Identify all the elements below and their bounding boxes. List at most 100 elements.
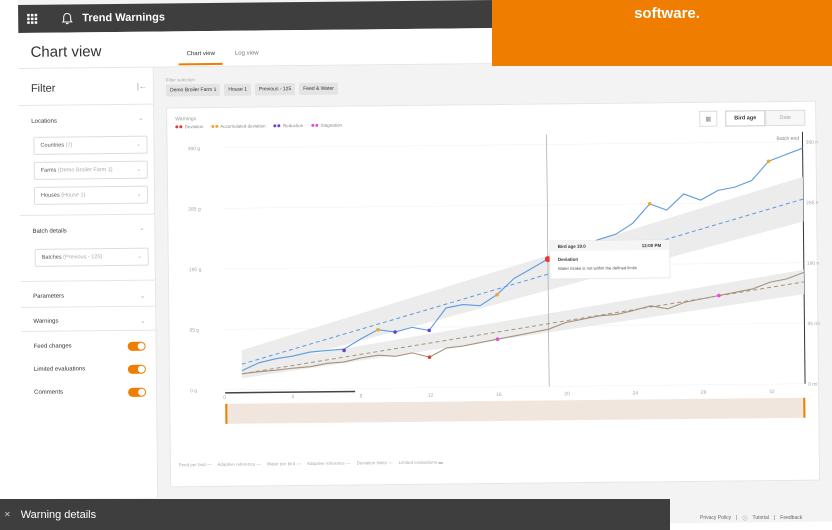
- page-title: Chart view: [30, 43, 102, 61]
- countries-select[interactable]: Countries (7) ⌄: [33, 135, 148, 155]
- section-parameters[interactable]: Parameters: [33, 294, 64, 300]
- range-handle-left: [225, 403, 228, 424]
- chevron-up-icon[interactable]: ⌃: [138, 118, 143, 125]
- water-deviation-band: [241, 176, 804, 373]
- filter-sidebar: Filter |← Locations ⌃ Countries (7) ⌄ Fa…: [18, 67, 159, 499]
- x-tick-label: 0: [223, 395, 226, 401]
- x-tick-label: 4: [291, 394, 294, 400]
- chart-panel: Warnings Deviation Accumulated deviation…: [166, 100, 821, 488]
- range-handle-right: [803, 397, 806, 418]
- y-tick-label: 95 g: [189, 328, 199, 334]
- warning-details-title: Warning details: [20, 508, 97, 521]
- feed-changes-toggle[interactable]: [127, 341, 146, 351]
- tooltip-title: Deviation: [558, 257, 579, 262]
- y-tick-label: 380 g: [188, 146, 201, 152]
- legend-stagnation[interactable]: Stagnation: [311, 123, 342, 128]
- filter-chips: Demo Broiler Farm 1 House 1 Previous - 1…: [165, 82, 342, 97]
- view-tabs: Chart view Log view: [178, 44, 270, 66]
- x-axis-mode: ▦ Bird age Date: [699, 109, 806, 127]
- bell-icon: [61, 12, 73, 25]
- toggle-label-comments: Comments: [34, 389, 64, 396]
- legend-adaptive-reference-feed[interactable]: Adaptive reference ---: [217, 461, 261, 466]
- batches-select[interactable]: Batches (Previous - 125) ⌄: [34, 247, 149, 267]
- y-right-tick-label: 190 ml: [807, 261, 821, 267]
- tab-chart-view[interactable]: Chart view: [178, 44, 224, 66]
- chevron-down-icon: ⌄: [136, 191, 142, 198]
- calendar-icon[interactable]: ▦: [699, 110, 718, 127]
- farms-select[interactable]: Farms (Demo Broiler Farm 1) ⌄: [33, 160, 148, 180]
- app-grid-icon[interactable]: [18, 5, 46, 33]
- app-window: Trend Warnings Chart view Chart view Log…: [18, 0, 832, 530]
- privacy-link[interactable]: Privacy Policy: [700, 515, 731, 522]
- section-batch-details[interactable]: Batch details: [32, 229, 66, 235]
- main-content: Filter selection Demo Broiler Farm 1 Hou…: [153, 60, 832, 498]
- comments-toggle[interactable]: [128, 387, 147, 397]
- filter-chip[interactable]: Demo Broiler Farm 1: [165, 83, 221, 97]
- tooltip-text: Water intake is not within the defined l…: [558, 265, 637, 271]
- countries-value: (7): [65, 142, 73, 149]
- farms-value: (Demo Broiler Farm 1): [57, 167, 113, 174]
- legend-water-per-bird[interactable]: Water per bird —: [267, 461, 301, 466]
- batches-label: Batches: [41, 254, 62, 261]
- help-icon[interactable]: ⓘ: [742, 515, 747, 522]
- app-title: Trend Warnings: [82, 11, 165, 25]
- batches-value: (Previous - 125): [63, 254, 103, 261]
- chevron-down-icon[interactable]: ⌄: [140, 318, 145, 325]
- tooltip-header-right: 12:00 PM: [642, 243, 662, 248]
- close-icon[interactable]: ✕: [4, 510, 11, 519]
- y-tick-label: 0 g: [190, 388, 197, 394]
- divider: [21, 305, 157, 308]
- promo-banner: software.: [492, 0, 832, 66]
- range-navigator: [225, 397, 806, 424]
- legend-deviation-limits[interactable]: Deviation limits ---: [357, 460, 393, 465]
- batch-end-line: [801, 131, 806, 384]
- x-tick-label: 28: [701, 390, 707, 396]
- chevron-down-icon: ⌄: [136, 166, 141, 173]
- y-tick-label: 285 g: [188, 207, 201, 213]
- warning-details-bar[interactable]: ✕ Warning details: [0, 499, 670, 530]
- houses-select[interactable]: Houses (House 1) ⌄: [33, 185, 149, 205]
- houses-value: (House 1): [61, 192, 86, 199]
- y-tick-label: 190 g: [189, 267, 202, 273]
- section-warnings[interactable]: Warnings: [33, 319, 58, 325]
- y-right-tick-label: 95 ml: [807, 321, 819, 327]
- filter-chip[interactable]: Feed & Water: [299, 82, 338, 96]
- chevron-down-icon: ⌄: [137, 253, 142, 260]
- divider: [19, 103, 155, 106]
- legend-feed-per-bird[interactable]: Feed per bird —: [179, 462, 212, 467]
- filter-chip[interactable]: House 1: [224, 83, 252, 96]
- legend-deviation[interactable]: Deviation: [175, 124, 203, 129]
- x-tick-label: 12: [428, 393, 434, 399]
- filter-title: Filter: [30, 82, 56, 95]
- divider: [20, 279, 156, 282]
- warnings-title: Warnings: [175, 116, 197, 123]
- legend-reduction[interactable]: Reduction: [273, 123, 303, 128]
- x-tick-label: 20: [564, 391, 570, 397]
- toggle-label-limited-evaluations: Limited evaluations: [33, 366, 86, 373]
- legend-adaptive-reference-water[interactable]: Adaptive reference ---: [307, 461, 351, 466]
- y-right-tick-label: 285 ml: [806, 200, 821, 206]
- x-tick-label: 24: [633, 391, 639, 397]
- chevron-down-icon: ⌄: [136, 141, 141, 148]
- section-locations[interactable]: Locations: [31, 119, 57, 125]
- countries-label: Countries: [40, 142, 65, 149]
- tab-log-view[interactable]: Log view: [227, 44, 267, 64]
- date-button[interactable]: Date: [765, 109, 806, 127]
- feedback-link[interactable]: Feedback: [780, 515, 802, 522]
- filter-chip[interactable]: Previous - 125: [254, 83, 296, 96]
- series-legend: Feed per bird — Adaptive reference --- W…: [179, 460, 449, 468]
- collapse-sidebar-icon[interactable]: |←: [137, 82, 147, 91]
- trend-chart[interactable]: 0 g 95 g 190 g 285 g 380 g 0 ml 95 ml 190 ml 285…: [167, 131, 821, 459]
- divider: [21, 329, 157, 332]
- chevron-down-icon[interactable]: ⌄: [140, 293, 145, 300]
- limited-evaluations-toggle[interactable]: [127, 364, 146, 374]
- legend-accumulated-deviation[interactable]: Accumulated deviation: [211, 123, 266, 129]
- footer-separator: |: [773, 515, 776, 521]
- chevron-up-icon[interactable]: ⌃: [139, 228, 144, 235]
- bird-age-button[interactable]: Bird age: [725, 110, 766, 127]
- x-tick-label: 32: [769, 389, 775, 395]
- range-indicator: [225, 390, 356, 394]
- tutorial-link[interactable]: Tutorial: [752, 515, 769, 522]
- legend-limited-evaluations[interactable]: Limited evaluations ▬: [399, 460, 443, 465]
- footer-links: Privacy Policy | ⓘ Tutorial | Feedback: [700, 515, 807, 522]
